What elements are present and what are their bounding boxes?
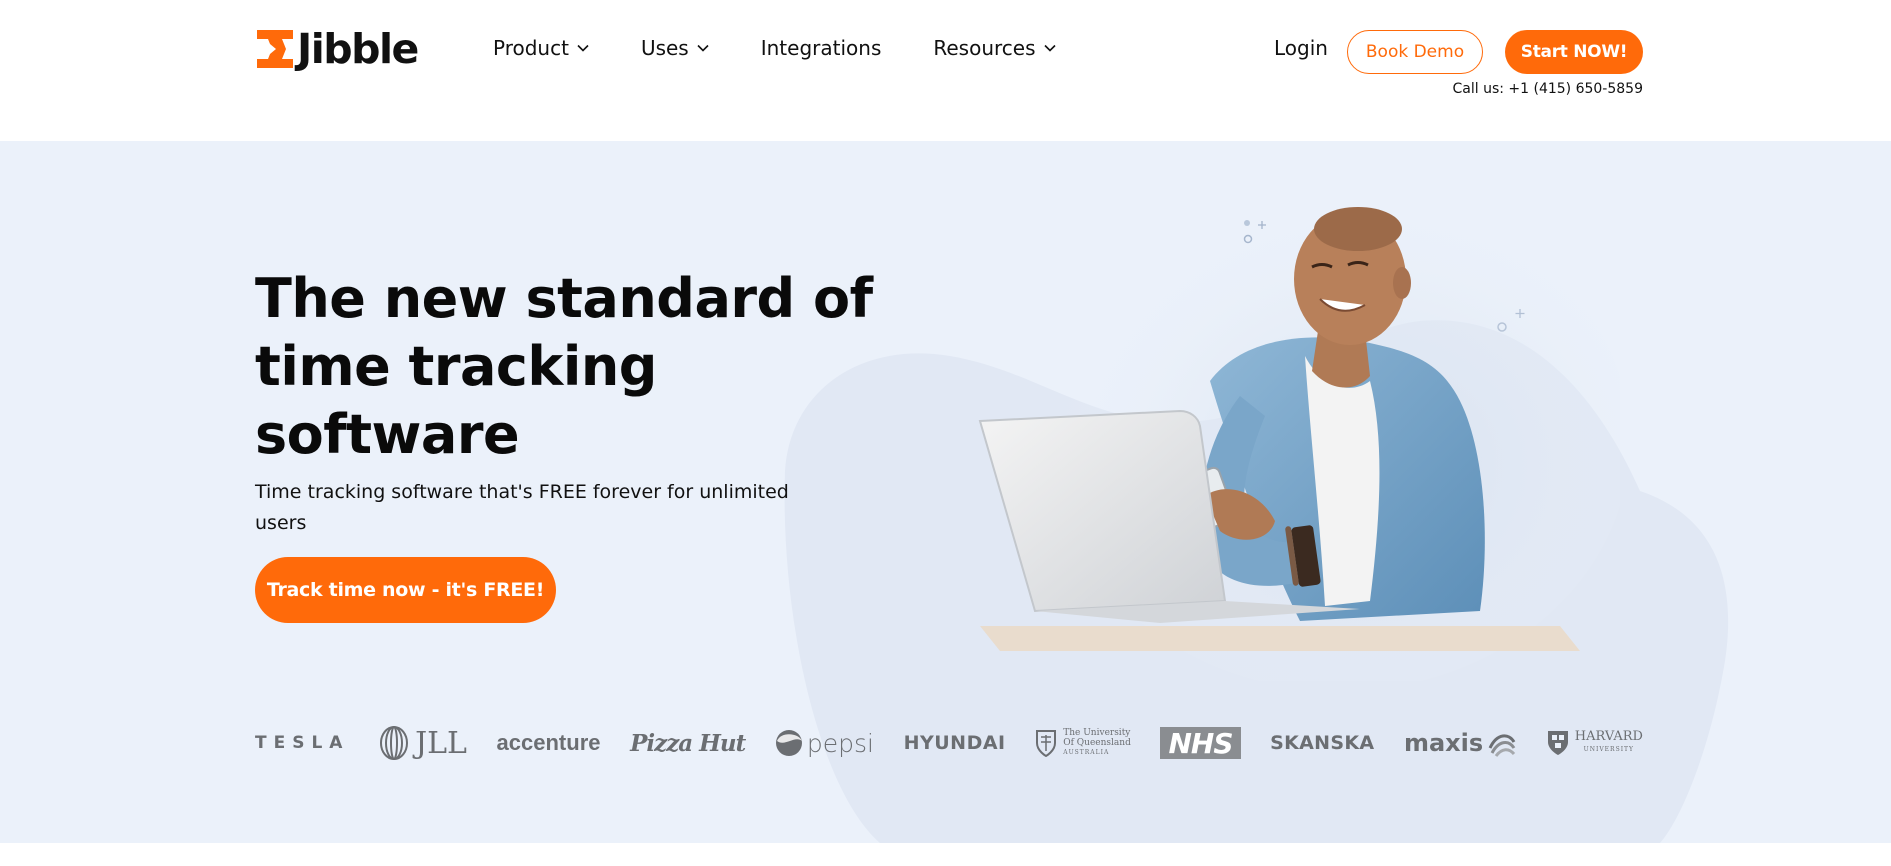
nav-product-label: Product [493, 36, 569, 60]
nav-integrations[interactable]: Integrations [761, 36, 882, 60]
hyundai-logo: HYUNDAI [903, 732, 1006, 754]
nav-integrations-label: Integrations [760, 36, 882, 60]
pepsi-wordmark: pepsi [806, 728, 874, 758]
accenture-logo: accenture [496, 730, 601, 755]
nav-resources[interactable]: Resources [933, 36, 1056, 60]
page-bottom-band [0, 843, 1891, 866]
pepsi-logo: pepsi [775, 721, 874, 765]
nav-resources-label: Resources [933, 36, 1036, 60]
uq-wordmark: The University Of Queensland AUSTRALIA [1063, 728, 1131, 758]
uq-line-2: Of Queensland [1063, 738, 1131, 748]
site-header: Jibble Product Uses Integrations Resourc… [0, 0, 1891, 141]
track-time-cta-button[interactable]: Track time now - it's FREE! [255, 557, 556, 623]
chevron-down-icon [697, 44, 709, 52]
customer-logos-row: TESLA JLL accenture Pizza Hut pepsi HYUN… [255, 721, 1643, 765]
tesla-logo: TESLA [255, 733, 350, 753]
call-us-text[interactable]: Call us: +1 (415) 650-5859 [1452, 81, 1643, 97]
maxis-wordmark: maxis [1403, 729, 1484, 757]
harvard-wordmark: HARVARD UNIVERSITY [1575, 730, 1643, 756]
hero-section: The new standard of time tracking softwa… [0, 141, 1891, 843]
harvard-line-2: UNIVERSITY [1583, 746, 1635, 753]
jll-wordmark: JLL [415, 725, 467, 761]
chevron-down-icon [1043, 44, 1056, 52]
maxis-logo: maxis [1404, 721, 1517, 765]
book-demo-button[interactable]: Book Demo [1347, 30, 1483, 74]
nav-uses[interactable]: Uses [641, 36, 709, 60]
uq-crest-icon [1036, 730, 1057, 757]
uq-logo: The University Of Queensland AUSTRALIA [1035, 721, 1131, 765]
jll-logo: JLL [379, 721, 467, 765]
nhs-logo: NHS [1160, 727, 1241, 760]
logo-wordmark: Jibble [297, 25, 419, 73]
pepsi-globe-icon [775, 730, 802, 756]
harvard-logo: HARVARD UNIVERSITY [1547, 721, 1643, 765]
uq-line-3: AUSTRALIA [1063, 749, 1110, 756]
skanska-logo: SKANSKA [1270, 732, 1375, 754]
start-now-button[interactable]: Start NOW! [1505, 30, 1643, 74]
harvard-line-1: HARVARD [1574, 729, 1643, 744]
nav-uses-label: Uses [640, 36, 689, 60]
pizza-hut-logo: Pizza Hut [630, 729, 746, 757]
jibble-logo[interactable]: Jibble [255, 25, 419, 73]
login-link[interactable]: Login [1274, 36, 1328, 60]
nav-product[interactable]: Product [493, 36, 589, 60]
hero-headline: The new standard of time tracking softwa… [255, 267, 873, 466]
hero-person-laptop-image [978, 191, 1620, 681]
chevron-down-icon [577, 44, 589, 52]
jll-mark-icon [380, 726, 409, 760]
harvard-shield-icon [1547, 731, 1568, 755]
jibble-logo-icon [257, 30, 293, 68]
hero-subtext: Time tracking software that's FREE forev… [255, 481, 789, 534]
uq-line-1: The University [1063, 728, 1131, 738]
main-nav: Product Uses Integrations Resources [493, 36, 1108, 60]
maxis-swirl-icon [1488, 734, 1516, 757]
